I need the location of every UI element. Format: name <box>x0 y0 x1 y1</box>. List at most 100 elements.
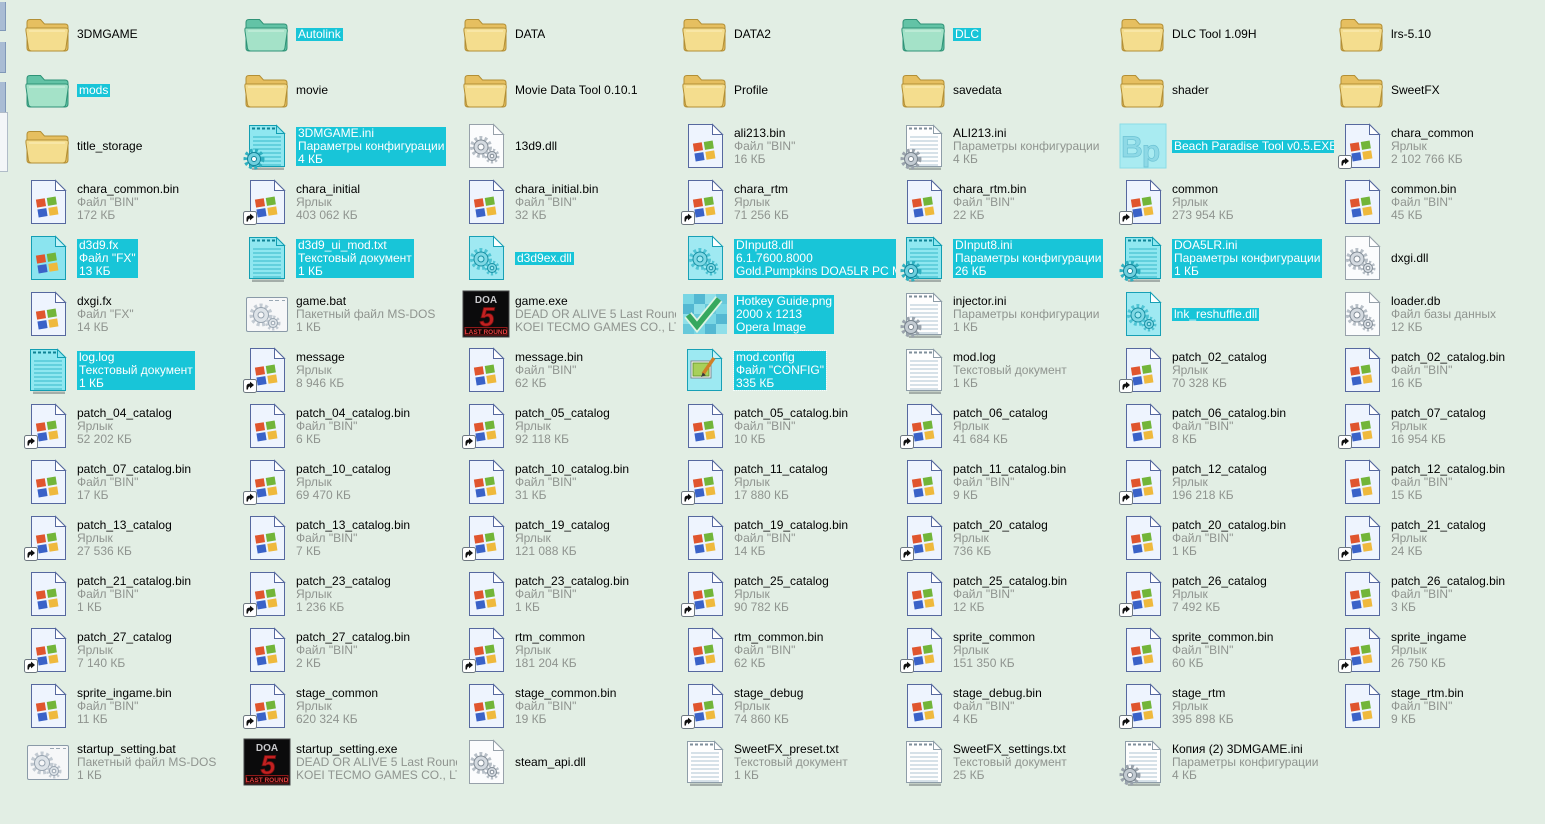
file-item[interactable]: startup_setting.bat Пакетный файл MS-DOS 1… <box>24 736 239 788</box>
file-item[interactable]: rtm_common Ярлык 181 204 КБ <box>462 624 677 676</box>
file-item[interactable]: patch_20_catalog.bin Файл "BIN" 1 КБ <box>1119 512 1334 564</box>
file-item[interactable]: patch_26_catalog Ярлык 7 492 КБ <box>1119 568 1334 620</box>
file-item[interactable]: dxgi.dll <box>1338 232 1545 284</box>
file-item[interactable]: common Ярлык 273 954 КБ <box>1119 176 1334 228</box>
file-item[interactable]: d3d9ex.dll <box>462 232 677 284</box>
file-item[interactable]: sprite_ingame Ярлык 26 750 КБ <box>1338 624 1545 676</box>
file-item[interactable]: game.bat Пакетный файл MS-DOS 1 КБ <box>243 288 458 340</box>
file-item[interactable]: mod.config Файл "CONFIG" 335 КБ <box>681 344 896 396</box>
file-item[interactable]: patch_23_catalog Ярлык 1 236 КБ <box>243 568 458 620</box>
folder-item[interactable]: lrs-5.10 <box>1338 8 1545 60</box>
file-item[interactable]: mod.log Текстовый документ 1 КБ <box>900 344 1115 396</box>
file-item[interactable]: stage_rtm Ярлык 395 898 КБ <box>1119 680 1334 732</box>
file-item[interactable]: ali213.bin Файл "BIN" 16 КБ <box>681 120 896 172</box>
file-item[interactable]: Bp Beach Paradise Tool v0.5.EXE <box>1119 120 1334 172</box>
file-item[interactable]: d3d9_ui_mod.txt Текстовый документ 1 КБ <box>243 232 458 284</box>
file-item[interactable]: patch_12_catalog Ярлык 196 218 КБ <box>1119 456 1334 508</box>
folder-item[interactable]: title_storage <box>24 120 239 172</box>
file-item[interactable]: patch_10_catalog Ярлык 69 470 КБ <box>243 456 458 508</box>
file-item[interactable]: patch_06_catalog Ярлык 41 684 КБ <box>900 400 1115 452</box>
folder-item[interactable]: shader <box>1119 64 1334 116</box>
file-item[interactable]: Hotkey Guide.png 2000 x 1213 Opera Image <box>681 288 896 340</box>
file-item[interactable]: patch_27_catalog.bin Файл "BIN" 2 КБ <box>243 624 458 676</box>
file-item[interactable]: common.bin Файл "BIN" 45 КБ <box>1338 176 1545 228</box>
file-item[interactable]: patch_20_catalog Ярлык 736 КБ <box>900 512 1115 564</box>
file-item[interactable]: 13d9.dll <box>462 120 677 172</box>
file-item[interactable]: patch_12_catalog.bin Файл "BIN" 15 КБ <box>1338 456 1545 508</box>
folder-item[interactable]: DLC <box>900 8 1115 60</box>
file-item[interactable]: Копия (2) 3DMGAME.ini Параметры конфигура… <box>1119 736 1334 788</box>
file-item[interactable]: patch_27_catalog Ярлык 7 140 КБ <box>24 624 239 676</box>
folder-item[interactable]: 3DMGAME <box>24 8 239 60</box>
file-item[interactable]: sprite_common.bin Файл "BIN" 60 КБ <box>1119 624 1334 676</box>
file-item[interactable]: chara_common.bin Файл "BIN" 172 КБ <box>24 176 239 228</box>
file-item[interactable]: patch_02_catalog.bin Файл "BIN" 16 КБ <box>1338 344 1545 396</box>
file-item[interactable]: patch_04_catalog Ярлык 52 202 КБ <box>24 400 239 452</box>
file-item[interactable]: 3DMGAME.ini Параметры конфигурации 4 КБ <box>243 120 458 172</box>
folder-item[interactable]: Profile <box>681 64 896 116</box>
file-item[interactable]: message.bin Файл "BIN" 62 КБ <box>462 344 677 396</box>
file-item[interactable]: patch_13_catalog Ярлык 27 536 КБ <box>24 512 239 564</box>
file-item[interactable]: patch_04_catalog.bin Файл "BIN" 6 КБ <box>243 400 458 452</box>
file-item[interactable]: patch_05_catalog.bin Файл "BIN" 10 КБ <box>681 400 896 452</box>
file-item[interactable]: rtm_common.bin Файл "BIN" 62 КБ <box>681 624 896 676</box>
folder-item[interactable]: savedata <box>900 64 1115 116</box>
folder-item[interactable]: movie <box>243 64 458 116</box>
file-item[interactable]: injector.ini Параметры конфигурации 1 КБ <box>900 288 1115 340</box>
file-item[interactable]: patch_21_catalog.bin Файл "BIN" 1 КБ <box>24 568 239 620</box>
file-item[interactable]: patch_06_catalog.bin Файл "BIN" 8 КБ <box>1119 400 1334 452</box>
file-item[interactable]: chara_common Ярлык 2 102 766 КБ <box>1338 120 1545 172</box>
file-item[interactable]: patch_07_catalog Ярлык 16 954 КБ <box>1338 400 1545 452</box>
file-item[interactable]: patch_19_catalog.bin Файл "BIN" 14 КБ <box>681 512 896 564</box>
file-item[interactable]: patch_19_catalog Ярлык 121 088 КБ <box>462 512 677 564</box>
file-item[interactable]: patch_02_catalog Ярлык 70 328 КБ <box>1119 344 1334 396</box>
folder-item[interactable]: Autolink <box>243 8 458 60</box>
file-item[interactable]: loader.db Файл базы данных 12 КБ <box>1338 288 1545 340</box>
folder-item[interactable]: DLC Tool 1.09H <box>1119 8 1334 60</box>
file-item[interactable]: patch_25_catalog Ярлык 90 782 КБ <box>681 568 896 620</box>
file-item[interactable]: d3d9.fx Файл "FX" 13 КБ <box>24 232 239 284</box>
file-item[interactable]: DOA5LR.ini Параметры конфигурации 1 КБ <box>1119 232 1334 284</box>
windows-file-icon <box>462 570 510 618</box>
file-item[interactable]: DOA 5 LAST ROUND game.exe DEAD OR ALIVE 5 La… <box>462 288 677 340</box>
file-item[interactable]: DInput8.dll 6.1.7600.8000 Gold.Pumpkins DO… <box>681 232 896 284</box>
file-item[interactable]: patch_10_catalog.bin Файл "BIN" 31 КБ <box>462 456 677 508</box>
file-item[interactable]: patch_21_catalog Ярлык 24 КБ <box>1338 512 1545 564</box>
file-item[interactable]: sprite_common Ярлык 151 350 КБ <box>900 624 1115 676</box>
file-item[interactable]: message Ярлык 8 946 КБ <box>243 344 458 396</box>
file-item[interactable]: chara_rtm Ярлык 71 256 КБ <box>681 176 896 228</box>
file-item[interactable]: patch_23_catalog.bin Файл "BIN" 1 КБ <box>462 568 677 620</box>
file-item[interactable]: patch_11_catalog.bin Файл "BIN" 9 КБ <box>900 456 1115 508</box>
folder-item[interactable]: mods <box>24 64 239 116</box>
folder-item[interactable]: DATA2 <box>681 8 896 60</box>
file-item[interactable]: ALI213.ini Параметры конфигурации 4 КБ <box>900 120 1115 172</box>
file-item[interactable]: stage_rtm.bin Файл "BIN" 9 КБ <box>1338 680 1545 732</box>
file-item[interactable]: dxgi.fx Файл "FX" 14 КБ <box>24 288 239 340</box>
file-item[interactable]: patch_11_catalog Ярлык 17 880 КБ <box>681 456 896 508</box>
file-item[interactable]: chara_rtm.bin Файл "BIN" 22 КБ <box>900 176 1115 228</box>
file-item[interactable]: patch_07_catalog.bin Файл "BIN" 17 КБ <box>24 456 239 508</box>
file-detail: 12 КБ <box>953 599 985 614</box>
file-item[interactable]: patch_26_catalog.bin Файл "BIN" 3 КБ <box>1338 568 1545 620</box>
folder-item[interactable]: DATA <box>462 8 677 60</box>
file-item[interactable]: sprite_ingame.bin Файл "BIN" 11 КБ <box>24 680 239 732</box>
folder-item[interactable]: SweetFX <box>1338 64 1545 116</box>
file-item[interactable]: patch_25_catalog.bin Файл "BIN" 12 КБ <box>900 568 1115 620</box>
file-item[interactable]: stage_debug.bin Файл "BIN" 4 КБ <box>900 680 1115 732</box>
file-item[interactable]: SweetFX_preset.txt Текстовый документ 1 КБ <box>681 736 896 788</box>
file-item[interactable]: SweetFX_settings.txt Текстовый документ 25… <box>900 736 1115 788</box>
file-item[interactable]: log.log Текстовый документ 1 КБ <box>24 344 239 396</box>
folder-item[interactable]: Movie Data Tool 0.10.1 <box>462 64 677 116</box>
file-item[interactable]: chara_initial Ярлык 403 062 КБ <box>243 176 458 228</box>
file-item[interactable]: steam_api.dll <box>462 736 677 788</box>
file-item[interactable]: stage_common Ярлык 620 324 КБ <box>243 680 458 732</box>
file-item[interactable]: patch_13_catalog.bin Файл "BIN" 7 КБ <box>243 512 458 564</box>
file-item[interactable]: DOA 5 LAST ROUND startup_setting.exe DEAD OR… <box>243 736 458 788</box>
file-item[interactable]: stage_debug Ярлык 74 860 КБ <box>681 680 896 732</box>
file-item[interactable]: chara_initial.bin Файл "BIN" 32 КБ <box>462 176 677 228</box>
file-item[interactable]: patch_05_catalog Ярлык 92 118 КБ <box>462 400 677 452</box>
file-item[interactable]: stage_common.bin Файл "BIN" 19 КБ <box>462 680 677 732</box>
file-type: Файл "BIN" <box>734 418 796 433</box>
file-item[interactable]: lnk_reshuffle.dll <box>1119 288 1334 340</box>
file-item[interactable]: DInput8.ini Параметры конфигурации 26 КБ <box>900 232 1115 284</box>
